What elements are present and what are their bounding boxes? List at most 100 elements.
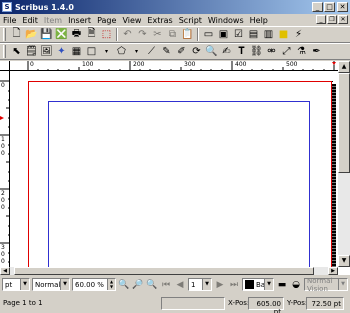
scroll-right-button[interactable]: ▶ <box>328 267 338 275</box>
insert-table-icon[interactable]: ▦ <box>69 44 84 59</box>
horizontal-scroll-thumb[interactable] <box>14 267 314 275</box>
menu-file[interactable]: File <box>0 16 19 25</box>
script-icon[interactable]: ⚡ <box>291 27 306 42</box>
ruler-label: 100 <box>82 61 94 68</box>
eyedropper-icon[interactable]: ✒ <box>309 44 324 59</box>
chevron-down-icon: ▼ <box>60 279 69 290</box>
chevron-down-icon: ▼ <box>20 279 29 290</box>
chevron-down-icon: ▼ <box>264 279 273 290</box>
text-frame-icon[interactable]: ▭ <box>201 27 216 42</box>
last-page-icon[interactable]: ⏭ <box>228 278 240 291</box>
vertical-ruler[interactable]: 0 1 0 0 2 0 0 3 0 0 <box>0 71 10 267</box>
maximize-button[interactable]: □ <box>324 2 335 12</box>
horizontal-ruler[interactable]: 0 100 200 300 400 500 <box>10 61 338 71</box>
copy-properties-icon[interactable]: ⚗ <box>294 44 309 59</box>
ruler-label: 0 <box>30 61 34 68</box>
zoom-in-icon[interactable]: 🔍 <box>146 278 158 291</box>
insert-text-frame-icon[interactable]: 🗒 <box>24 44 39 59</box>
minimize-button[interactable]: _ <box>312 2 323 12</box>
select-item-icon[interactable]: ⬉ <box>9 44 24 59</box>
toolbar-separator <box>116 28 118 41</box>
menu-page[interactable]: Page <box>94 16 119 25</box>
link-frames-icon[interactable]: ⛓ <box>249 44 264 59</box>
ruler-label: 0 <box>1 82 5 89</box>
edit-text-icon[interactable]: 𝐓 <box>234 44 249 59</box>
save-icon[interactable]: 💾 <box>39 27 54 42</box>
toolbar-grip[interactable] <box>3 28 6 41</box>
ruler-label: 3 0 0 <box>1 244 5 265</box>
document-canvas[interactable] <box>11 72 338 267</box>
menu-help[interactable]: Help <box>247 16 271 25</box>
insert-polygon-icon[interactable]: ⬠ <box>114 44 129 59</box>
view-control-bar: pt ▼ Normal ▼ 60.00 % ▲ ▼ 🔍 🔎 🔍 ⏮ ◀ 1 ▼ ▶… <box>0 275 350 294</box>
horizontal-scrollbar[interactable]: ◀ ▶ <box>0 267 338 275</box>
insert-render-frame-icon[interactable]: ✦ <box>54 44 69 59</box>
print-icon[interactable]: 🖶 <box>69 27 84 42</box>
export-pdf-icon[interactable]: ⬚ <box>99 27 114 42</box>
next-page-icon[interactable]: ▶ <box>214 278 226 291</box>
list-box-icon[interactable]: ▤ <box>246 27 261 42</box>
close-document-icon[interactable]: ❎ <box>54 27 69 42</box>
vertical-scroll-thumb[interactable] <box>338 73 350 173</box>
combo-box-icon[interactable]: ▥ <box>261 27 276 42</box>
zoom-spinbox[interactable]: 60.00 % ▲ ▼ <box>72 278 116 291</box>
polygon-dropdown-icon[interactable]: ▾ <box>129 44 144 59</box>
vision-select[interactable]: Normal Vision ▼ <box>304 277 348 293</box>
new-document-icon[interactable]: 🗋 <box>9 27 24 42</box>
render-mode-select[interactable]: Normal ▼ <box>32 278 70 291</box>
color-management-icon[interactable]: ◒ <box>290 278 302 291</box>
first-page-icon[interactable]: ⏮ <box>160 278 172 291</box>
toolbar-grip[interactable] <box>3 45 6 58</box>
undo-icon[interactable]: ↶ <box>120 27 135 42</box>
zoom-icon[interactable]: 🔍 <box>204 44 219 59</box>
scroll-down-button[interactable]: ▼ <box>338 255 350 267</box>
menu-view[interactable]: View <box>119 16 144 25</box>
preview-mode-icon[interactable]: ▬ <box>276 278 288 291</box>
insert-image-frame-icon[interactable]: 🖼 <box>39 44 54 59</box>
open-document-icon[interactable]: 📂 <box>24 27 39 42</box>
scroll-up-button[interactable]: ▲ <box>338 61 350 73</box>
unit-select[interactable]: pt ▼ <box>2 278 30 291</box>
shape-dropdown-icon[interactable]: ▾ <box>99 44 114 59</box>
edit-contents-icon[interactable]: ✍ <box>219 44 234 59</box>
doc-restore-button[interactable]: ❐ <box>327 15 337 24</box>
zoom-out-icon[interactable]: 🔍 <box>118 278 130 291</box>
progress-bar <box>161 297 225 310</box>
page-number-select[interactable]: 1 ▼ <box>188 278 212 291</box>
measurements-icon[interactable]: ⤢ <box>279 44 294 59</box>
zoom-100-icon[interactable]: 🔎 <box>132 278 144 291</box>
copy-icon[interactable]: ⧉ <box>165 27 180 42</box>
color-box-icon[interactable]: ■ <box>276 27 291 42</box>
menu-edit[interactable]: Edit <box>19 16 41 25</box>
cut-icon[interactable]: ✂ <box>150 27 165 42</box>
vertical-scrollbar[interactable]: ▲ ▼ <box>338 61 350 267</box>
y-position-label: Y-Pos: <box>287 299 308 307</box>
insert-bezier-icon[interactable]: ✎ <box>159 44 174 59</box>
image-frame-icon[interactable]: ▣ <box>216 27 231 42</box>
page-info-text: Page 1 to 1 <box>3 299 43 307</box>
menu-extras[interactable]: Extras <box>144 16 175 25</box>
doc-close-button[interactable]: ✕ <box>338 15 348 24</box>
preflight-icon[interactable]: 🗎 <box>84 27 99 42</box>
layer-select[interactable]: Back ▼ <box>242 278 274 291</box>
ruler-corner[interactable] <box>0 61 10 71</box>
menu-insert[interactable]: Insert <box>65 16 94 25</box>
menu-item[interactable]: Item <box>41 16 65 25</box>
zoom-spin-arrows[interactable]: ▲ ▼ <box>107 279 115 290</box>
doc-minimize-button[interactable]: _ <box>316 15 326 24</box>
insert-shape-icon[interactable]: □ <box>84 44 99 59</box>
paste-icon[interactable]: 📋 <box>180 27 195 42</box>
unlink-frames-icon[interactable]: ⚮ <box>264 44 279 59</box>
menu-windows[interactable]: Windows <box>205 16 247 25</box>
freehand-line-icon[interactable]: ✐ <box>174 44 189 59</box>
menu-script[interactable]: Script <box>176 16 205 25</box>
previous-page-icon[interactable]: ◀ <box>174 278 186 291</box>
insert-line-icon[interactable]: ⟋ <box>144 44 159 59</box>
scribus-app-icon[interactable]: S <box>2 2 12 12</box>
close-button[interactable]: ✕ <box>337 2 348 12</box>
scroll-left-button[interactable]: ◀ <box>0 267 10 275</box>
checkbox-icon[interactable]: ☑ <box>231 27 246 42</box>
redo-icon[interactable]: ↷ <box>135 27 150 42</box>
rotate-item-icon[interactable]: ⟳ <box>189 44 204 59</box>
y-position-value: 72.50 pt <box>306 297 344 310</box>
